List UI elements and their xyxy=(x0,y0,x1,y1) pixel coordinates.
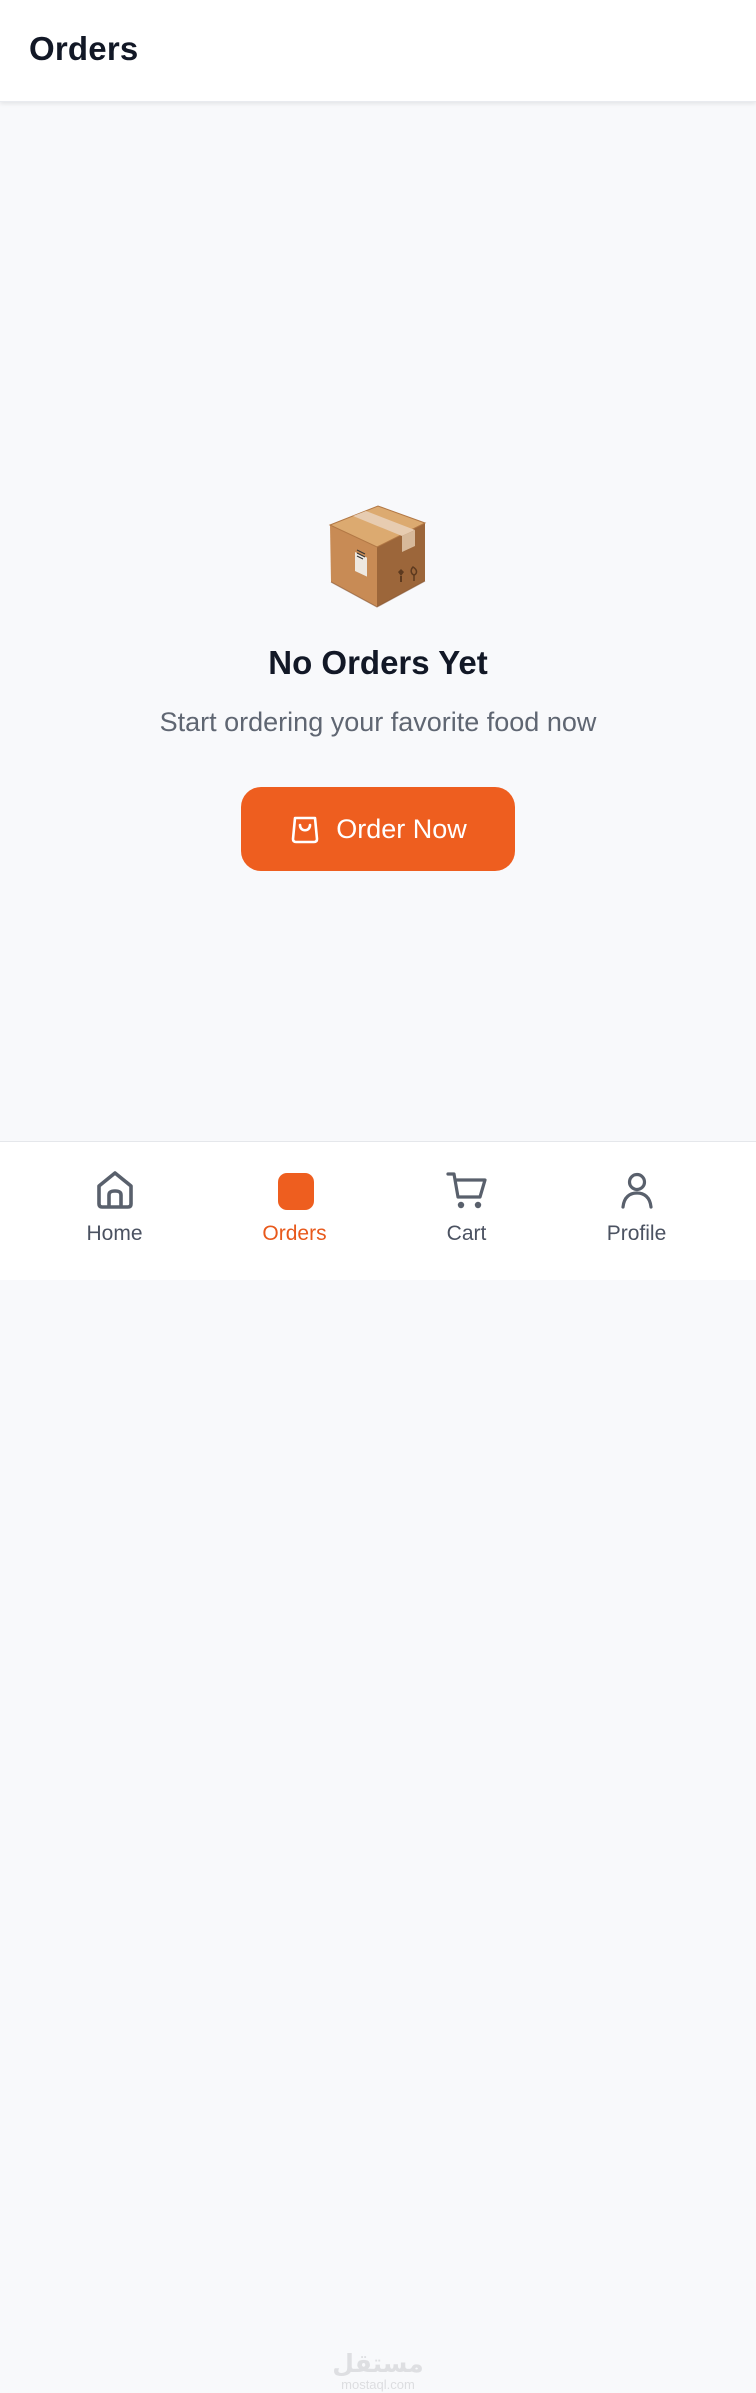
top-app-bar: Orders xyxy=(0,0,756,102)
package-box-icon xyxy=(328,505,427,608)
home-icon xyxy=(97,1171,133,1209)
order-now-button[interactable]: Order Now xyxy=(241,787,515,871)
svg-text:mostaql.com: mostaql.com xyxy=(341,2377,415,2392)
cart-icon xyxy=(446,1172,487,1209)
nav-orders-label: Orders xyxy=(262,1222,327,1245)
nav-orders[interactable]: Orders xyxy=(200,1142,389,1281)
empty-orders-state: No Orders Yet Start ordering your favori… xyxy=(0,103,756,1141)
shopping-bag-icon xyxy=(291,816,319,844)
nav-home-label: Home xyxy=(86,1222,143,1245)
nav-home[interactable]: Home xyxy=(20,1142,209,1281)
profile-icon xyxy=(621,1172,653,1209)
page-title: Orders xyxy=(29,30,139,67)
order-now-button-label: Order Now xyxy=(336,813,467,844)
nav-cart-label: Cart xyxy=(446,1222,487,1245)
svg-text:مستقل: مستقل xyxy=(332,2349,423,2378)
nav-profile-label: Profile xyxy=(606,1222,667,1245)
orders-icon xyxy=(278,1173,314,1210)
bottom-navigation: Home Orders Cart Profile مستقل mostaql.c… xyxy=(0,1141,756,2392)
nav-cart[interactable]: Cart xyxy=(372,1142,561,1281)
nav-profile[interactable]: Profile xyxy=(542,1142,731,1281)
mostaql-watermark: مستقل mostaql.com xyxy=(332,2349,423,2392)
empty-state-subtitle: Start ordering your favorite food now xyxy=(159,707,597,737)
empty-state-title: No Orders Yet xyxy=(268,644,488,681)
